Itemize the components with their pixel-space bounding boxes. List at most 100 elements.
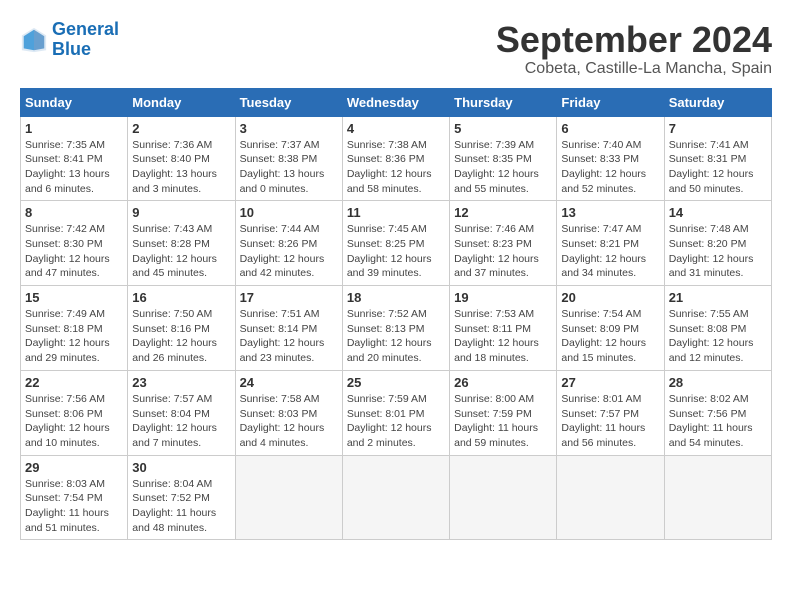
day-info: Sunrise: 7:46 AM Sunset: 8:23 PM Dayligh… bbox=[454, 222, 552, 281]
day-number: 23 bbox=[132, 375, 230, 390]
day-number: 5 bbox=[454, 121, 552, 136]
day-info: Sunrise: 8:03 AM Sunset: 7:54 PM Dayligh… bbox=[25, 477, 123, 536]
day-number: 8 bbox=[25, 205, 123, 220]
week-row-1: 1Sunrise: 7:35 AM Sunset: 8:41 PM Daylig… bbox=[21, 116, 772, 201]
month-title: September 2024 bbox=[496, 20, 772, 60]
day-cell: 2 Sunrise: 7:36 AM Sunset: 8:40 PM Daylig… bbox=[128, 116, 235, 201]
day-cell: 8 Sunrise: 7:42 AM Sunset: 8:30 PM Daylig… bbox=[21, 201, 128, 286]
day-info: Sunrise: 7:36 AM Sunset: 8:40 PM Dayligh… bbox=[132, 138, 230, 197]
day-info: Sunrise: 7:52 AM Sunset: 8:13 PM Dayligh… bbox=[347, 307, 445, 366]
day-info: Sunrise: 7:43 AM Sunset: 8:28 PM Dayligh… bbox=[132, 222, 230, 281]
day-cell: 25 Sunrise: 7:59 AM Sunset: 8:01 PM Dayli… bbox=[342, 370, 449, 455]
calendar-header: SundayMondayTuesdayWednesdayThursdayFrid… bbox=[21, 88, 772, 116]
day-cell: 5Sunrise: 7:39 AM Sunset: 8:35 PM Daylig… bbox=[450, 116, 557, 201]
day-info: Sunrise: 7:50 AM Sunset: 8:16 PM Dayligh… bbox=[132, 307, 230, 366]
day-cell bbox=[342, 455, 449, 540]
day-cell: 18 Sunrise: 7:52 AM Sunset: 8:13 PM Dayli… bbox=[342, 286, 449, 371]
day-cell: 23 Sunrise: 7:57 AM Sunset: 8:04 PM Dayli… bbox=[128, 370, 235, 455]
day-cell: 22 Sunrise: 7:56 AM Sunset: 8:06 PM Dayli… bbox=[21, 370, 128, 455]
day-cell: 24 Sunrise: 7:58 AM Sunset: 8:03 PM Dayli… bbox=[235, 370, 342, 455]
day-info: Sunrise: 7:49 AM Sunset: 8:18 PM Dayligh… bbox=[25, 307, 123, 366]
day-cell: 3Sunrise: 7:37 AM Sunset: 8:38 PM Daylig… bbox=[235, 116, 342, 201]
day-number: 12 bbox=[454, 205, 552, 220]
day-number: 17 bbox=[240, 290, 338, 305]
header-row: SundayMondayTuesdayWednesdayThursdayFrid… bbox=[21, 88, 772, 116]
day-info: Sunrise: 7:54 AM Sunset: 8:09 PM Dayligh… bbox=[561, 307, 659, 366]
day-cell: 14Sunrise: 7:48 AM Sunset: 8:20 PM Dayli… bbox=[664, 201, 771, 286]
day-cell: 28Sunrise: 8:02 AM Sunset: 7:56 PM Dayli… bbox=[664, 370, 771, 455]
header-monday: Monday bbox=[128, 88, 235, 116]
header-thursday: Thursday bbox=[450, 88, 557, 116]
day-cell: 7 Sunrise: 7:41 AM Sunset: 8:31 PM Daylig… bbox=[664, 116, 771, 201]
day-cell bbox=[557, 455, 664, 540]
day-cell: 17 Sunrise: 7:51 AM Sunset: 8:14 PM Dayli… bbox=[235, 286, 342, 371]
day-number: 24 bbox=[240, 375, 338, 390]
day-info: Sunrise: 7:55 AM Sunset: 8:08 PM Dayligh… bbox=[669, 307, 767, 366]
page-header: General Blue September 2024 Cobeta, Cast… bbox=[20, 20, 772, 78]
header-wednesday: Wednesday bbox=[342, 88, 449, 116]
calendar-body: 1Sunrise: 7:35 AM Sunset: 8:41 PM Daylig… bbox=[21, 116, 772, 540]
day-cell bbox=[450, 455, 557, 540]
day-cell: 16 Sunrise: 7:50 AM Sunset: 8:16 PM Dayli… bbox=[128, 286, 235, 371]
day-number: 22 bbox=[25, 375, 123, 390]
day-number: 13 bbox=[561, 205, 659, 220]
day-number: 1 bbox=[25, 121, 123, 136]
day-number: 11 bbox=[347, 205, 445, 220]
day-info: Sunrise: 7:37 AM Sunset: 8:38 PM Dayligh… bbox=[240, 138, 338, 197]
day-info: Sunrise: 7:57 AM Sunset: 8:04 PM Dayligh… bbox=[132, 392, 230, 451]
day-number: 27 bbox=[561, 375, 659, 390]
day-info: Sunrise: 7:59 AM Sunset: 8:01 PM Dayligh… bbox=[347, 392, 445, 451]
day-number: 14 bbox=[669, 205, 767, 220]
day-number: 16 bbox=[132, 290, 230, 305]
day-info: Sunrise: 7:38 AM Sunset: 8:36 PM Dayligh… bbox=[347, 138, 445, 197]
day-cell: 27 Sunrise: 8:01 AM Sunset: 7:57 PM Dayli… bbox=[557, 370, 664, 455]
day-info: Sunrise: 7:56 AM Sunset: 8:06 PM Dayligh… bbox=[25, 392, 123, 451]
title-block: September 2024 Cobeta, Castille-La Manch… bbox=[496, 20, 772, 78]
location: Cobeta, Castille-La Mancha, Spain bbox=[496, 60, 772, 78]
week-row-4: 22 Sunrise: 7:56 AM Sunset: 8:06 PM Dayli… bbox=[21, 370, 772, 455]
day-number: 25 bbox=[347, 375, 445, 390]
day-cell: 26Sunrise: 8:00 AM Sunset: 7:59 PM Dayli… bbox=[450, 370, 557, 455]
calendar-table: SundayMondayTuesdayWednesdayThursdayFrid… bbox=[20, 88, 772, 541]
day-cell: 12 Sunrise: 7:46 AM Sunset: 8:23 PM Dayli… bbox=[450, 201, 557, 286]
day-info: Sunrise: 8:04 AM Sunset: 7:52 PM Dayligh… bbox=[132, 477, 230, 536]
day-info: Sunrise: 7:45 AM Sunset: 8:25 PM Dayligh… bbox=[347, 222, 445, 281]
day-info: Sunrise: 8:00 AM Sunset: 7:59 PM Dayligh… bbox=[454, 392, 552, 451]
day-cell: 11 Sunrise: 7:45 AM Sunset: 8:25 PM Dayli… bbox=[342, 201, 449, 286]
day-number: 21 bbox=[669, 290, 767, 305]
logo-icon bbox=[20, 26, 48, 54]
day-number: 29 bbox=[25, 460, 123, 475]
day-number: 18 bbox=[347, 290, 445, 305]
day-cell: 29 Sunrise: 8:03 AM Sunset: 7:54 PM Dayli… bbox=[21, 455, 128, 540]
day-info: Sunrise: 7:58 AM Sunset: 8:03 PM Dayligh… bbox=[240, 392, 338, 451]
day-cell: 4 Sunrise: 7:38 AM Sunset: 8:36 PM Daylig… bbox=[342, 116, 449, 201]
day-number: 10 bbox=[240, 205, 338, 220]
week-row-5: 29 Sunrise: 8:03 AM Sunset: 7:54 PM Dayli… bbox=[21, 455, 772, 540]
day-info: Sunrise: 8:01 AM Sunset: 7:57 PM Dayligh… bbox=[561, 392, 659, 451]
day-info: Sunrise: 7:40 AM Sunset: 8:33 PM Dayligh… bbox=[561, 138, 659, 197]
day-number: 7 bbox=[669, 121, 767, 136]
day-number: 2 bbox=[132, 121, 230, 136]
day-info: Sunrise: 7:42 AM Sunset: 8:30 PM Dayligh… bbox=[25, 222, 123, 281]
day-cell bbox=[235, 455, 342, 540]
day-cell bbox=[664, 455, 771, 540]
day-cell: 15Sunrise: 7:49 AM Sunset: 8:18 PM Dayli… bbox=[21, 286, 128, 371]
day-info: Sunrise: 7:41 AM Sunset: 8:31 PM Dayligh… bbox=[669, 138, 767, 197]
day-number: 6 bbox=[561, 121, 659, 136]
day-cell: 13Sunrise: 7:47 AM Sunset: 8:21 PM Dayli… bbox=[557, 201, 664, 286]
day-cell: 10Sunrise: 7:44 AM Sunset: 8:26 PM Dayli… bbox=[235, 201, 342, 286]
day-number: 9 bbox=[132, 205, 230, 220]
week-row-2: 8 Sunrise: 7:42 AM Sunset: 8:30 PM Daylig… bbox=[21, 201, 772, 286]
logo: General Blue bbox=[20, 20, 119, 60]
week-row-3: 15Sunrise: 7:49 AM Sunset: 8:18 PM Dayli… bbox=[21, 286, 772, 371]
day-cell: 1Sunrise: 7:35 AM Sunset: 8:41 PM Daylig… bbox=[21, 116, 128, 201]
day-cell: 20 Sunrise: 7:54 AM Sunset: 8:09 PM Dayli… bbox=[557, 286, 664, 371]
day-cell: 30 Sunrise: 8:04 AM Sunset: 7:52 PM Dayli… bbox=[128, 455, 235, 540]
day-info: Sunrise: 7:51 AM Sunset: 8:14 PM Dayligh… bbox=[240, 307, 338, 366]
day-cell: 19Sunrise: 7:53 AM Sunset: 8:11 PM Dayli… bbox=[450, 286, 557, 371]
day-number: 30 bbox=[132, 460, 230, 475]
day-number: 20 bbox=[561, 290, 659, 305]
logo-line2: Blue bbox=[52, 39, 91, 59]
day-cell: 21 Sunrise: 7:55 AM Sunset: 8:08 PM Dayli… bbox=[664, 286, 771, 371]
day-number: 4 bbox=[347, 121, 445, 136]
